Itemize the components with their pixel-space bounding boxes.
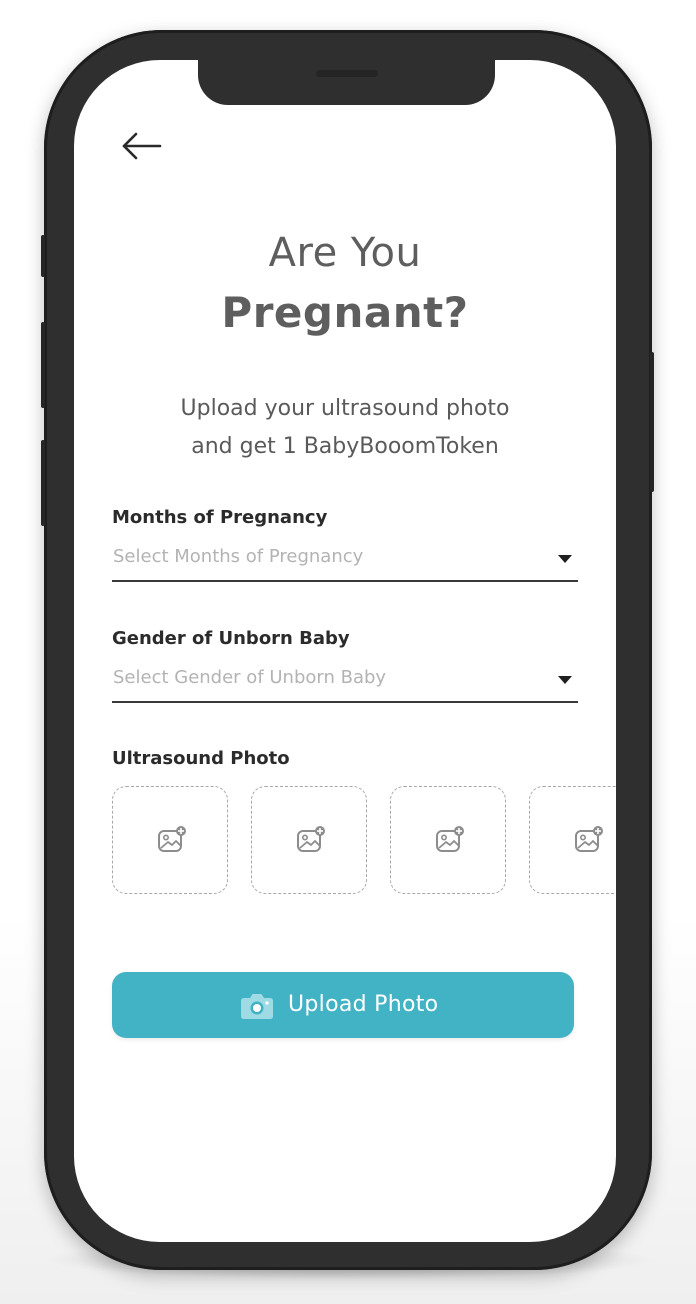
add-image-icon <box>575 826 603 852</box>
subtitle-line1: Upload your ultrasound photo <box>180 396 510 421</box>
dropdown-arrow-icon <box>558 676 572 684</box>
photo-slot-2[interactable] <box>251 786 367 894</box>
add-image-icon <box>436 826 464 852</box>
add-image-icon <box>158 826 186 852</box>
speaker-grille <box>316 70 378 77</box>
gender-select[interactable]: Select Gender of Unborn Baby <box>112 661 578 703</box>
months-select[interactable]: Select Months of Pregnancy <box>112 540 578 582</box>
notch <box>198 60 495 105</box>
subtitle-line2: and get 1 BabyBooomToken <box>191 434 499 459</box>
app-screen: Are You Pregnant? Upload your ultrasound… <box>74 60 616 1242</box>
photo-slot-3[interactable] <box>390 786 506 894</box>
photo-slot-4[interactable] <box>529 786 616 894</box>
volume-down-button <box>41 440 45 526</box>
volume-up-button <box>41 322 45 408</box>
page-subtitle: Upload your ultrasound photo and get 1 B… <box>104 390 586 466</box>
page-title-line2: Pregnant? <box>221 288 469 337</box>
device-mockup: Are You Pregnant? Upload your ultrasound… <box>0 0 696 1304</box>
camera-icon <box>241 994 273 1019</box>
page-title-line1: Are You <box>268 230 422 276</box>
upload-photo-button[interactable]: Upload Photo <box>112 972 574 1038</box>
gender-placeholder: Select Gender of Unborn Baby <box>113 667 387 688</box>
dropdown-arrow-icon <box>558 555 572 563</box>
gender-label: Gender of Unborn Baby <box>112 628 350 649</box>
photo-slot-1[interactable] <box>112 786 228 894</box>
ultrasound-photo-label: Ultrasound Photo <box>112 748 290 769</box>
months-placeholder: Select Months of Pregnancy <box>113 546 364 567</box>
add-image-icon <box>297 826 325 852</box>
silent-switch <box>41 235 45 277</box>
back-button[interactable] <box>116 126 166 166</box>
upload-photo-label: Upload Photo <box>288 992 439 1017</box>
power-button <box>650 352 654 492</box>
months-label: Months of Pregnancy <box>112 507 328 528</box>
arrow-left-icon <box>122 132 162 160</box>
